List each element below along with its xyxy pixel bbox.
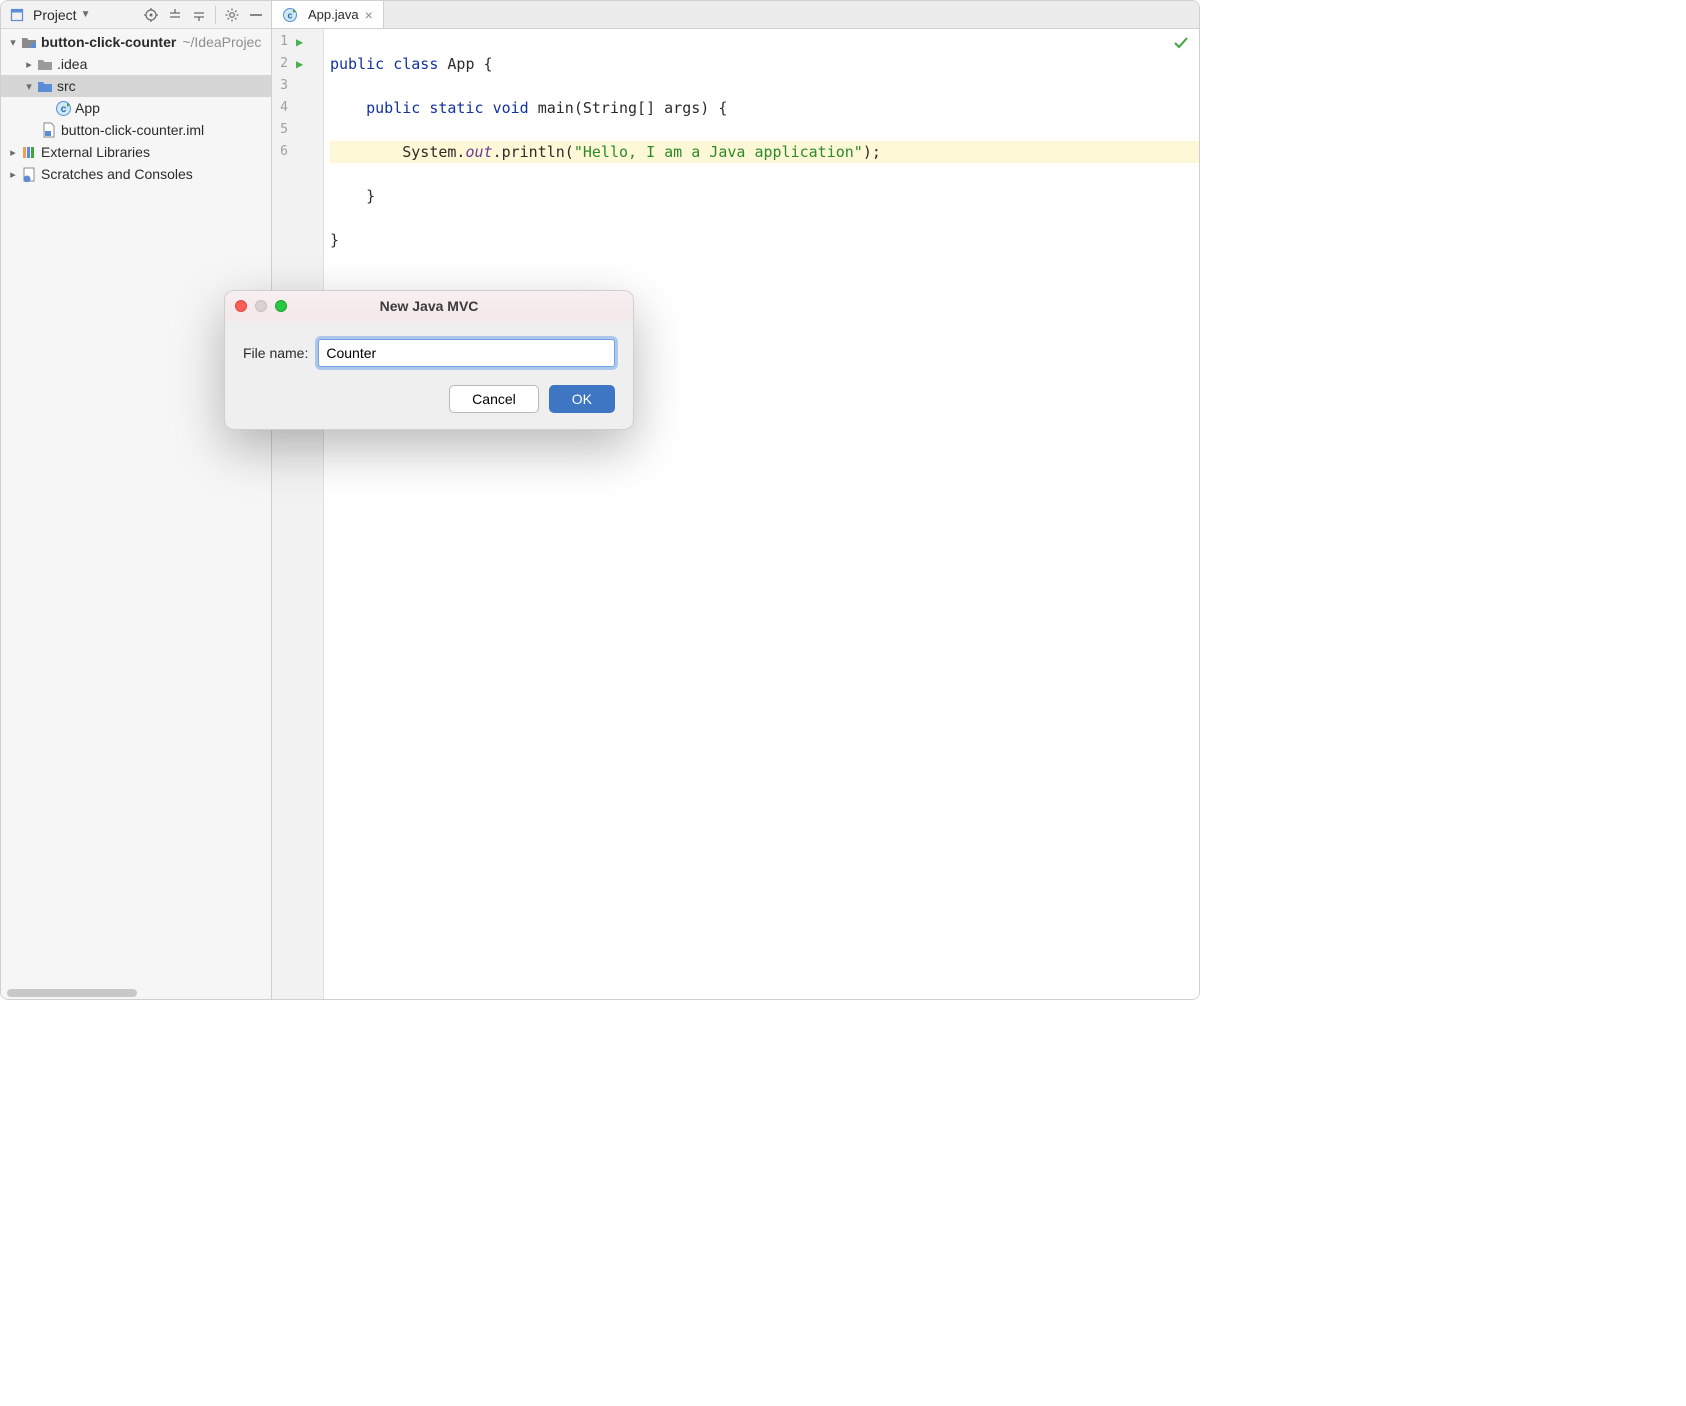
- gutter-line[interactable]: 4: [272, 97, 323, 119]
- hide-icon[interactable]: [245, 4, 267, 26]
- tree-scratches[interactable]: ▸ Scratches and Consoles: [1, 163, 271, 185]
- editor-area: c App.java × 1▶ 2▶ 3 4 5 6 public class …: [272, 1, 1199, 999]
- tool-window-header: Project ▼: [1, 1, 271, 29]
- separator: [215, 6, 216, 24]
- chevron-right-icon[interactable]: ▸: [7, 168, 19, 180]
- dialog-titlebar[interactable]: New Java MVC: [225, 291, 633, 321]
- expand-all-icon[interactable]: [164, 4, 186, 26]
- chevron-down-icon[interactable]: ▾: [7, 36, 19, 48]
- tree-src-label: src: [57, 78, 76, 94]
- chevron-down-icon[interactable]: ▾: [23, 80, 35, 92]
- gutter-line[interactable]: 2▶: [272, 53, 323, 75]
- project-tree[interactable]: ▾ button-click-counter ~/IdeaProjec ▸ .i…: [1, 29, 271, 987]
- source-folder-icon: [37, 78, 53, 94]
- chevron-down-icon: ▼: [81, 9, 91, 20]
- new-java-mvc-dialog: New Java MVC File name: Cancel OK: [224, 290, 634, 430]
- tree-root[interactable]: ▾ button-click-counter ~/IdeaProjec: [1, 31, 271, 53]
- tree-app-file[interactable]: c App: [1, 97, 271, 119]
- svg-text:c: c: [60, 104, 66, 115]
- tree-ext-libs[interactable]: ▸ External Libraries: [1, 141, 271, 163]
- java-class-icon: c: [282, 7, 298, 23]
- scrollbar-thumb[interactable]: [7, 989, 137, 997]
- tree-idea[interactable]: ▸ .idea: [1, 53, 271, 75]
- dialog-title: New Java MVC: [225, 298, 633, 314]
- tool-window-title-text: Project: [33, 7, 77, 23]
- dialog-buttons: Cancel OK: [243, 385, 615, 413]
- code-editor[interactable]: 1▶ 2▶ 3 4 5 6 public class App { public …: [272, 29, 1199, 999]
- tree-ext-libs-label: External Libraries: [41, 144, 150, 160]
- tree-root-path: ~/IdeaProjec: [182, 34, 261, 50]
- run-icon[interactable]: ▶: [296, 53, 303, 75]
- tab-label: App.java: [308, 7, 359, 22]
- project-folder-icon: [21, 34, 37, 50]
- gutter-line[interactable]: 1▶: [272, 31, 323, 53]
- libraries-icon: [21, 144, 37, 160]
- dialog-body: File name: Cancel OK: [225, 321, 633, 429]
- editor-tabs: c App.java ×: [272, 1, 1199, 29]
- code-content[interactable]: public class App { public static void ma…: [324, 29, 1199, 999]
- java-class-icon: c: [55, 100, 71, 116]
- module-file-icon: [41, 122, 57, 138]
- collapse-all-icon[interactable]: [188, 4, 210, 26]
- tree-iml-label: button-click-counter.iml: [61, 122, 204, 138]
- file-name-input[interactable]: [318, 339, 615, 367]
- horizontal-scrollbar[interactable]: [1, 987, 271, 999]
- file-name-label: File name:: [243, 345, 308, 361]
- gutter-line[interactable]: 6: [272, 141, 323, 163]
- tree-src[interactable]: ▾ src: [1, 75, 271, 97]
- tool-window-icon: [9, 7, 25, 23]
- chevron-right-icon[interactable]: ▸: [23, 58, 35, 70]
- gutter-line[interactable]: 3: [272, 75, 323, 97]
- close-icon[interactable]: ×: [365, 7, 373, 23]
- ok-button[interactable]: OK: [549, 385, 615, 413]
- file-name-row: File name:: [243, 339, 615, 367]
- cancel-button[interactable]: Cancel: [449, 385, 539, 413]
- gear-icon[interactable]: [221, 4, 243, 26]
- tree-iml[interactable]: button-click-counter.iml: [1, 119, 271, 141]
- locate-icon[interactable]: [140, 4, 162, 26]
- editor-gutter: 1▶ 2▶ 3 4 5 6: [272, 29, 324, 999]
- tree-app-label: App: [75, 100, 100, 116]
- tree-scratches-label: Scratches and Consoles: [41, 166, 193, 182]
- svg-text:c: c: [287, 10, 292, 20]
- inspection-ok-icon[interactable]: [1173, 35, 1189, 51]
- gutter-line[interactable]: 5: [272, 119, 323, 141]
- chevron-right-icon[interactable]: ▸: [7, 146, 19, 158]
- scratches-icon: [21, 166, 37, 182]
- project-tool-title[interactable]: Project ▼: [5, 5, 94, 25]
- tree-idea-label: .idea: [57, 56, 87, 72]
- project-tool-window: Project ▼ ▾: [1, 1, 272, 999]
- tab-app-java[interactable]: c App.java ×: [272, 1, 384, 28]
- tree-root-label: button-click-counter: [41, 34, 176, 50]
- folder-icon: [37, 56, 53, 72]
- run-icon[interactable]: ▶: [296, 31, 303, 53]
